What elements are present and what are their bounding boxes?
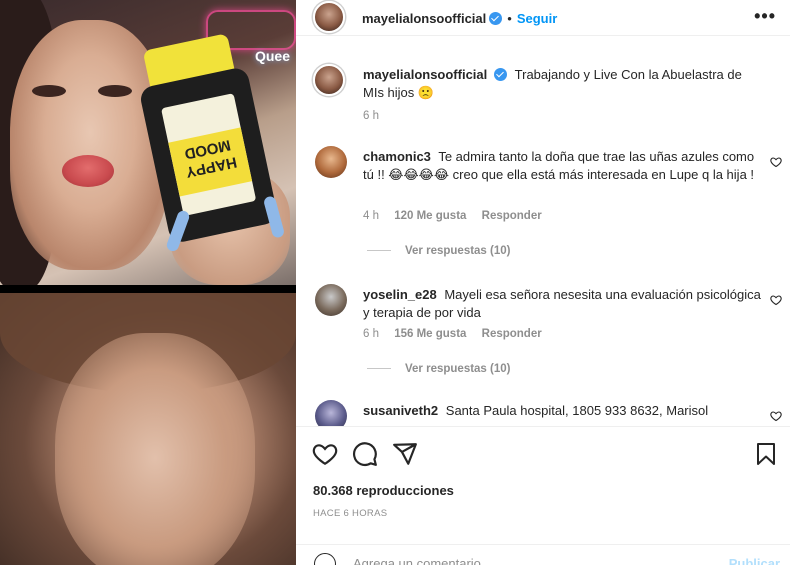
commenter-avatar[interactable] (315, 284, 347, 316)
post-sidebar: mayelialonsoofficial • Seguir ••• mayelial… (296, 0, 790, 565)
live-video-frame-top: Quee HAPPY MOOD (0, 0, 296, 285)
emoji-icon[interactable] (314, 553, 336, 565)
reply-button[interactable]: Responder (482, 210, 542, 222)
comment-input[interactable]: Agrega un comentario... (353, 556, 492, 565)
view-replies-button[interactable]: Ver respuestas (10) (367, 363, 510, 375)
comment-text: Santa Paula hospital, 1805 933 8632, Mar… (445, 403, 709, 418)
neon-sign-text: Quee (254, 48, 290, 64)
comment-likes[interactable]: 156 Me gusta (394, 328, 466, 340)
follow-button[interactable]: Seguir (517, 11, 557, 26)
view-replies-button[interactable]: Ver respuestas (10) (367, 245, 510, 257)
author-username[interactable]: mayelialonsoofficial (362, 11, 486, 26)
comment-composer: Agrega un comentario... Publicar (296, 544, 790, 565)
comment-icon[interactable] (352, 441, 378, 467)
comment-time[interactable]: 6 h (363, 328, 379, 340)
author-avatar[interactable] (313, 64, 345, 96)
comment-likes[interactable]: 120 Me gusta (394, 210, 466, 222)
commenter-username[interactable]: susaniveth2 (363, 403, 438, 418)
verified-badge-icon (489, 12, 503, 25)
caption-time[interactable]: 6 h (363, 110, 379, 122)
post-timestamp[interactable]: HACE 6 HORAS (313, 508, 387, 519)
reply-button[interactable]: Responder (482, 328, 542, 340)
person-face (55, 333, 255, 565)
like-comment-heart-icon[interactable] (770, 156, 782, 168)
separator-dot: • (507, 11, 512, 26)
post-actions: 80.368 reproducciones HACE 6 HORAS Agreg… (296, 426, 790, 565)
more-options-icon[interactable]: ••• (754, 7, 776, 25)
view-count[interactable]: 80.368 reproducciones (313, 483, 454, 498)
like-comment-heart-icon[interactable] (770, 294, 782, 306)
live-video-frame-bottom (0, 293, 296, 565)
commenter-avatar[interactable] (315, 146, 347, 178)
post-media[interactable]: Quee HAPPY MOOD (0, 0, 296, 565)
author-avatar[interactable] (313, 1, 345, 33)
comments-list[interactable]: mayelialonsoofficial Trabajando y Live C… (296, 44, 790, 426)
commenter-avatar[interactable] (315, 400, 347, 426)
commenter-username[interactable]: yoselin_e28 (363, 287, 437, 302)
caption-username[interactable]: mayelialonsoofficial (363, 67, 487, 82)
comment-time[interactable]: 4 h (363, 210, 379, 222)
verified-badge-icon (494, 68, 508, 81)
bookmark-icon[interactable] (754, 441, 778, 467)
publish-button[interactable]: Publicar (729, 556, 780, 565)
heart-icon[interactable] (312, 441, 338, 467)
like-comment-heart-icon[interactable] (770, 410, 782, 422)
commenter-username[interactable]: chamonic3 (363, 149, 431, 164)
post-header: mayelialonsoofficial • Seguir ••• (296, 0, 790, 36)
share-icon[interactable] (392, 441, 418, 467)
